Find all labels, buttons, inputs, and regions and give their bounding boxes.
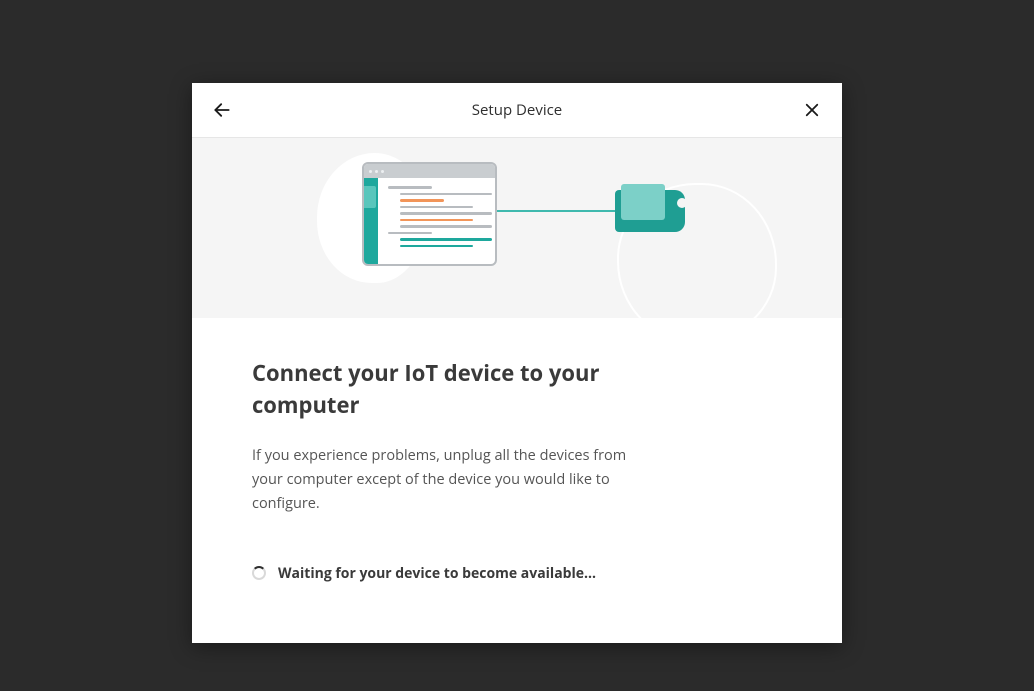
spinner-icon [252,566,266,580]
close-icon [803,101,821,119]
back-button[interactable] [210,98,234,122]
iot-board-graphic [615,190,685,232]
illustration-area [192,138,842,318]
close-button[interactable] [800,98,824,122]
status-row: Waiting for your device to become availa… [252,564,782,613]
setup-device-modal: Setup Device [192,83,842,643]
modal-header: Setup Device [192,83,842,138]
arrow-left-icon [212,100,232,120]
content-description: If you experience problems, unplug all t… [252,444,632,516]
connect-device-illustration [307,148,727,308]
content-heading: Connect your IoT device to your computer [252,358,632,422]
modal-title: Setup Device [472,100,562,120]
code-window-graphic [362,162,497,266]
status-message: Waiting for your device to become availa… [278,564,596,583]
modal-content: Connect your IoT device to your computer… [192,318,842,643]
